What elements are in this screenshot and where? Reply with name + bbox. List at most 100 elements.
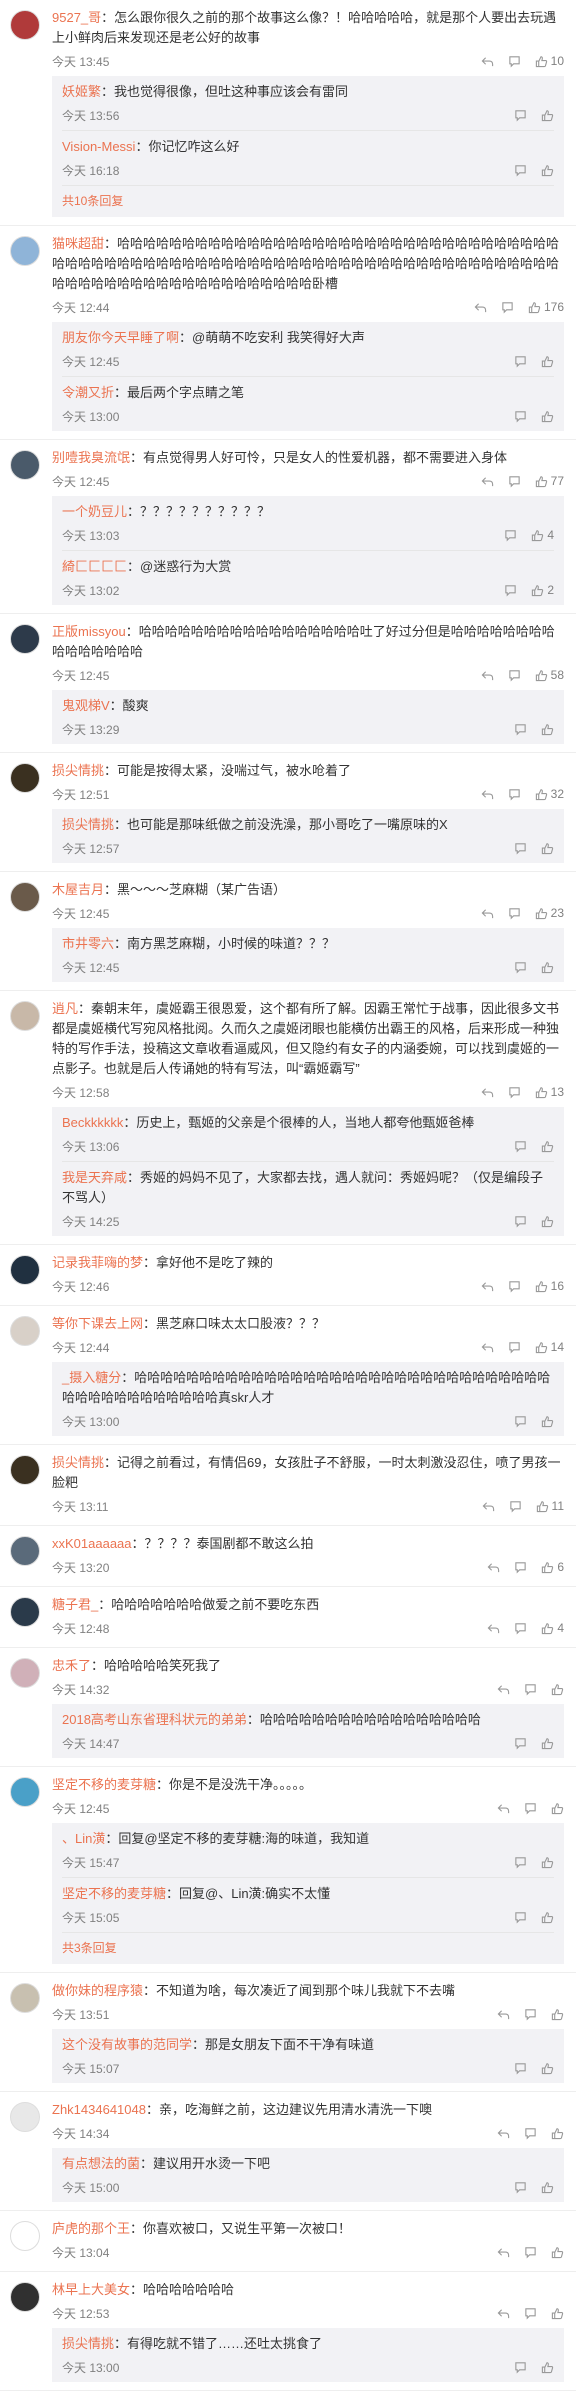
like-button[interactable] xyxy=(541,1215,554,1228)
like-button[interactable]: 13 xyxy=(535,1085,564,1099)
like-button[interactable] xyxy=(551,1683,564,1696)
username-link[interactable]: 糖子君_ xyxy=(52,1597,98,1612)
more-button[interactable] xyxy=(514,109,527,122)
more-button[interactable] xyxy=(508,1086,521,1099)
like-button[interactable]: 4 xyxy=(541,1621,564,1635)
like-button[interactable] xyxy=(541,842,554,855)
more-button[interactable] xyxy=(524,2008,537,2021)
like-button[interactable] xyxy=(541,355,554,368)
username-link[interactable]: 妖姬繁 xyxy=(62,84,101,99)
username-link[interactable]: 庐虎的那个王 xyxy=(52,2221,130,2236)
like-button[interactable] xyxy=(541,1737,554,1750)
avatar[interactable] xyxy=(10,1597,40,1627)
like-button[interactable] xyxy=(541,2062,554,2075)
more-button[interactable] xyxy=(504,584,517,597)
avatar[interactable] xyxy=(10,882,40,912)
username-link[interactable]: 木屋吉月 xyxy=(52,882,104,897)
username-link[interactable]: 忠禾了 xyxy=(52,1658,91,1673)
like-button[interactable] xyxy=(541,164,554,177)
more-button[interactable] xyxy=(524,1802,537,1815)
reply-button[interactable] xyxy=(497,2246,510,2259)
avatar[interactable] xyxy=(10,1983,40,2013)
avatar[interactable] xyxy=(10,624,40,654)
like-button[interactable] xyxy=(541,1415,554,1428)
like-button[interactable] xyxy=(541,1911,554,1924)
like-button[interactable]: 2 xyxy=(531,583,554,597)
username-link[interactable]: 令潮又折 xyxy=(62,385,114,400)
more-button[interactable] xyxy=(504,529,517,542)
more-button[interactable] xyxy=(514,723,527,736)
username-link[interactable]: 綺匚匚匚匚 xyxy=(62,559,127,574)
more-button[interactable] xyxy=(524,2127,537,2140)
more-button[interactable] xyxy=(514,1856,527,1869)
reply-button[interactable] xyxy=(487,1622,500,1635)
more-button[interactable] xyxy=(514,2361,527,2374)
username-link[interactable]: Vision-Messi xyxy=(62,139,135,154)
username-link[interactable]: 林早上大美女 xyxy=(52,2282,130,2297)
username-link[interactable]: 2018高考山东省理科状元的弟弟 xyxy=(62,1712,247,1727)
reply-button[interactable] xyxy=(482,1500,495,1513)
reply-button[interactable] xyxy=(481,1341,494,1354)
more-button[interactable] xyxy=(514,1737,527,1750)
more-button[interactable] xyxy=(514,1140,527,1153)
like-button[interactable]: 16 xyxy=(535,1279,564,1293)
username-link[interactable]: 损尖情挑 xyxy=(62,2336,114,2351)
more-button[interactable] xyxy=(514,842,527,855)
avatar[interactable] xyxy=(10,2282,40,2312)
like-button[interactable] xyxy=(541,1856,554,1869)
username-link[interactable]: 朋友你今天早睡了啊 xyxy=(62,330,179,345)
more-button[interactable] xyxy=(509,1500,522,1513)
like-button[interactable]: 14 xyxy=(535,1340,564,1354)
more-button[interactable] xyxy=(514,2062,527,2075)
more-button[interactable] xyxy=(524,2246,537,2259)
like-button[interactable] xyxy=(541,1140,554,1153)
like-button[interactable]: 6 xyxy=(541,1560,564,1574)
like-button[interactable] xyxy=(541,2361,554,2374)
more-button[interactable] xyxy=(514,355,527,368)
more-replies-link[interactable]: 共10条回复 xyxy=(62,186,554,217)
username-link[interactable]: 损尖情挑 xyxy=(52,763,104,778)
reply-button[interactable] xyxy=(474,301,487,314)
like-button[interactable]: 11 xyxy=(536,1499,564,1513)
username-link[interactable]: 有点想法的菌 xyxy=(62,2156,140,2171)
username-link[interactable]: 坚定不移的麦芽糖 xyxy=(62,1886,166,1901)
username-link[interactable]: 正版missyou xyxy=(52,624,126,639)
more-button[interactable] xyxy=(501,301,514,314)
more-button[interactable] xyxy=(508,475,521,488)
avatar[interactable] xyxy=(10,2221,40,2251)
more-button[interactable] xyxy=(508,1280,521,1293)
like-button[interactable]: 58 xyxy=(535,668,564,682)
username-link[interactable]: _摄入糖分 xyxy=(62,1370,121,1385)
avatar[interactable] xyxy=(10,236,40,266)
avatar[interactable] xyxy=(10,1001,40,1031)
username-link[interactable]: xxK01aaaaaa xyxy=(52,1536,132,1551)
more-button[interactable] xyxy=(508,788,521,801)
username-link[interactable]: 鬼观梯V xyxy=(62,698,110,713)
username-link[interactable]: 记录我菲嗨的梦 xyxy=(52,1255,143,1270)
avatar[interactable] xyxy=(10,1455,40,1485)
username-link[interactable]: 坚定不移的麦芽糖 xyxy=(52,1777,156,1792)
like-button[interactable] xyxy=(551,1802,564,1815)
username-link[interactable]: 损尖情挑 xyxy=(62,817,114,832)
like-button[interactable] xyxy=(541,410,554,423)
more-button[interactable] xyxy=(508,907,521,920)
username-link[interactable]: 这个没有故事的范同学 xyxy=(62,2037,192,2052)
more-button[interactable] xyxy=(508,1341,521,1354)
more-button[interactable] xyxy=(514,961,527,974)
username-link[interactable]: 市井零六 xyxy=(62,936,114,951)
avatar[interactable] xyxy=(10,10,40,40)
more-button[interactable] xyxy=(514,1911,527,1924)
username-link[interactable]: 我是天弃咸 xyxy=(62,1170,127,1185)
username-link[interactable]: 别噎我臭流氓 xyxy=(52,450,130,465)
username-link[interactable]: 、Lin潢 xyxy=(62,1831,105,1846)
avatar[interactable] xyxy=(10,1658,40,1688)
more-button[interactable] xyxy=(514,1415,527,1428)
avatar[interactable] xyxy=(10,1316,40,1346)
username-link[interactable]: 9527_哥 xyxy=(52,10,101,25)
username-link[interactable]: Beckkkkkk xyxy=(62,1115,123,1130)
like-button[interactable] xyxy=(551,2127,564,2140)
avatar[interactable] xyxy=(10,1777,40,1807)
reply-button[interactable] xyxy=(481,1280,494,1293)
like-button[interactable] xyxy=(541,2181,554,2194)
more-button[interactable] xyxy=(514,164,527,177)
